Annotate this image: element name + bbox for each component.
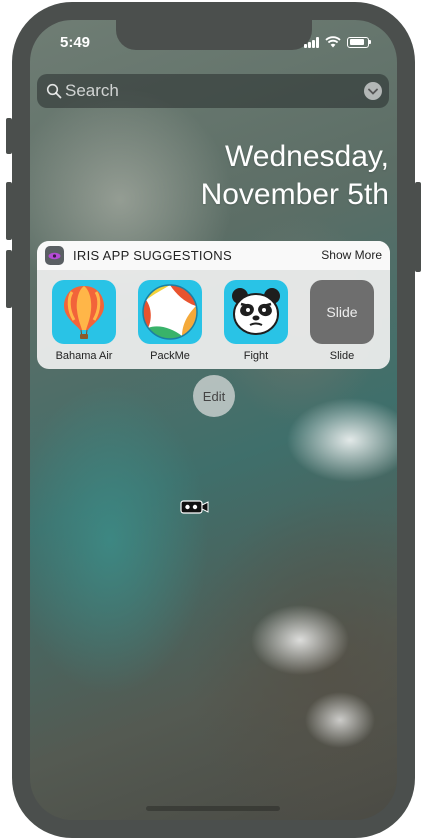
date-weekday: Wednesday, <box>225 140 389 173</box>
date-month-day: November 5th <box>200 178 389 211</box>
app-label: Slide <box>329 350 355 362</box>
power-button <box>415 182 421 272</box>
date-display: Wednesday, November 5th <box>201 138 389 214</box>
slide-app-tile: Slide <box>310 280 374 344</box>
widget-header: IRIS APP SUGGESTIONS Show More <box>37 241 390 270</box>
status-time: 5:49 <box>60 34 91 51</box>
mute-switch <box>6 118 12 154</box>
search-bar[interactable] <box>37 74 389 108</box>
app-suggestions-widget: IRIS APP SUGGESTIONS Show More Bahama Ai… <box>37 241 390 369</box>
app-label: Fight <box>243 350 269 362</box>
app-suggestions-list: Bahama Air PackMe Fight Slide Slide <box>37 280 390 368</box>
battery-icon <box>347 36 371 48</box>
show-more-button[interactable]: Show More <box>321 248 382 262</box>
app-slide[interactable]: Slide Slide <box>307 280 377 362</box>
search-input[interactable] <box>65 74 345 108</box>
chevron-down-icon[interactable] <box>364 82 382 100</box>
app-bahama-air[interactable]: Bahama Air <box>49 280 119 362</box>
edit-button[interactable]: Edit <box>193 375 235 417</box>
app-packme[interactable]: PackMe <box>135 280 205 362</box>
panda-icon <box>224 280 288 344</box>
lock-screen: 5:49 Wednesday, November 5th <box>30 20 397 820</box>
cellular-signal-icon <box>304 36 319 48</box>
iris-eye-icon <box>45 246 64 265</box>
slide-tile-text: Slide <box>326 304 358 320</box>
beach-ball-icon <box>138 280 202 344</box>
widget-title: IRIS APP SUGGESTIONS <box>73 248 232 263</box>
app-label: PackMe <box>150 350 190 362</box>
search-icon <box>46 83 62 99</box>
wifi-icon <box>325 36 341 48</box>
app-label: Bahama Air <box>55 350 113 362</box>
app-fight[interactable]: Fight <box>221 280 291 362</box>
video-camera-icon <box>180 500 209 514</box>
notch <box>116 20 312 50</box>
hot-air-balloon-icon <box>52 280 116 344</box>
home-indicator[interactable] <box>146 806 280 811</box>
volume-up-button <box>6 182 12 240</box>
status-icons <box>304 36 371 48</box>
volume-down-button <box>6 250 12 308</box>
